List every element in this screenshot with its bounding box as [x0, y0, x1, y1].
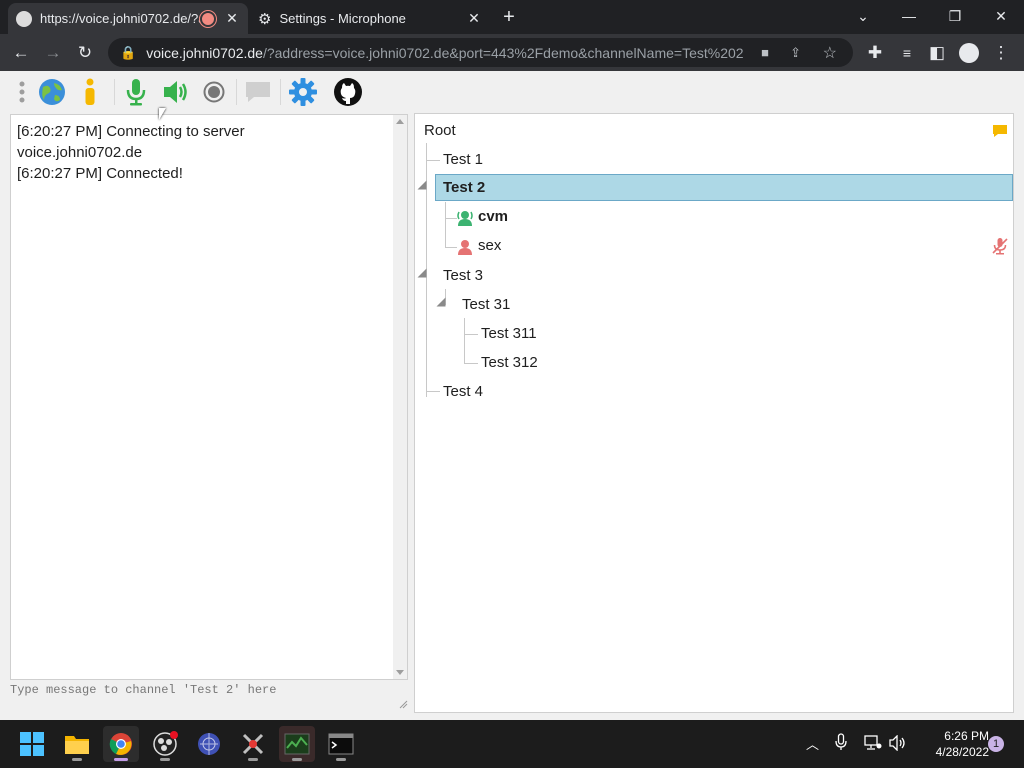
menu-kebab-icon[interactable]: ⋮ [988, 40, 1014, 66]
chat-message: [6:20:27 PM] Connected! [17, 165, 183, 182]
profile-avatar-icon[interactable] [956, 40, 982, 66]
app-globe-icon[interactable] [191, 726, 227, 762]
drag-handle-icon[interactable] [8, 76, 36, 108]
browser-tab-strip: https://voice.johni0702.de/?a ✕ ⚙ Settin… [0, 0, 1024, 34]
speaker-icon[interactable] [160, 76, 192, 108]
close-tab-icon[interactable]: ✕ [224, 10, 240, 27]
scroll-down-icon[interactable] [396, 670, 404, 675]
muted-microphone-icon [991, 237, 1009, 260]
close-window-icon[interactable]: ✕ [978, 0, 1024, 32]
chat-bubble-icon[interactable] [242, 76, 274, 108]
chat-input[interactable]: Type message to channel 'Test 2' here [10, 683, 408, 707]
network-icon[interactable] [864, 735, 882, 754]
windows-taskbar: ︿ 6:26 PM 4/28/2022 1 [0, 720, 1024, 768]
bookmark-star-icon[interactable]: ☆ [823, 43, 837, 63]
volume-icon[interactable] [889, 734, 907, 754]
mouse-cursor-icon [159, 108, 166, 120]
tab-search-icon[interactable]: ⌄ [840, 0, 886, 32]
minimize-icon[interactable]: — [886, 0, 932, 32]
tab-title: https://voice.johni0702.de/?a [40, 11, 200, 26]
user-icon [456, 238, 474, 261]
forward-icon[interactable]: → [40, 40, 66, 66]
task-manager-icon[interactable] [279, 726, 315, 762]
channel-test-311[interactable]: Test 311 [481, 323, 537, 345]
expand-arrow-icon[interactable] [436, 297, 446, 307]
user-sex[interactable]: sex [478, 235, 501, 257]
info-icon[interactable] [74, 76, 106, 108]
chat-message: voice.johni0702.de [17, 144, 143, 161]
tree-root[interactable]: Root [424, 120, 456, 142]
tree-line [464, 334, 478, 335]
channel-test-1[interactable]: Test 1 [443, 149, 483, 171]
reload-icon[interactable]: ↻ [72, 40, 98, 66]
expand-arrow-icon[interactable] [417, 180, 427, 190]
comment-icon[interactable] [992, 124, 1008, 143]
site-favicon-icon [16, 10, 32, 27]
tree-line [464, 318, 465, 364]
recording-indicator-icon [200, 10, 216, 27]
url-host: voice.johni0702.de [146, 44, 263, 61]
windows-start-icon[interactable] [14, 726, 50, 762]
scroll-up-icon[interactable] [396, 119, 404, 124]
new-tab-button[interactable]: + [497, 5, 521, 29]
tree-line [464, 363, 478, 364]
tab-title: Settings - Microphone [279, 11, 406, 26]
expand-arrow-icon[interactable] [417, 268, 427, 278]
tray-microphone-icon[interactable] [835, 733, 847, 754]
channel-tree[interactable]: Root Test 1 Test 2 cvm sex Test 3 Test 3… [414, 113, 1014, 713]
show-hidden-icons-icon[interactable]: ︿ [806, 734, 819, 753]
clock-time: 6:26 PM [944, 729, 989, 743]
gear-icon: ⚙ [258, 10, 272, 28]
lock-icon: 🔒 [120, 44, 137, 60]
settings-gear-icon[interactable] [287, 76, 319, 108]
extensions-icon[interactable]: ✚ [862, 40, 888, 66]
back-icon[interactable]: ← [8, 40, 34, 66]
media-control-icon[interactable]: ≡ [894, 40, 920, 66]
camera-icon[interactable]: ■ [761, 45, 769, 60]
record-icon[interactable] [198, 76, 230, 108]
close-tab-icon[interactable]: ✕ [466, 10, 482, 27]
connect-globe-icon[interactable] [36, 76, 68, 108]
channel-test-3[interactable]: Test 3 [443, 265, 483, 287]
toolbar-divider [280, 79, 281, 105]
notification-badge[interactable]: 1 [988, 736, 1004, 752]
side-panel-icon[interactable]: ◧ [924, 40, 950, 66]
tree-line [426, 391, 440, 392]
resize-grip-icon[interactable] [399, 696, 408, 709]
selected-channel-highlight [435, 174, 1013, 201]
chrome-icon[interactable] [103, 726, 139, 762]
restore-icon[interactable]: ❐ [932, 0, 978, 32]
browser-toolbar: ← → ↻ 🔒 voice.johni0702.de /?address=voi… [0, 34, 1024, 71]
share-icon[interactable]: ⇪ [790, 45, 801, 61]
obs-icon[interactable] [147, 726, 183, 762]
channel-test-312[interactable]: Test 312 [481, 352, 538, 374]
github-icon[interactable] [332, 76, 364, 108]
tree-line [426, 160, 440, 161]
microphone-icon[interactable] [120, 76, 152, 108]
tab-voice[interactable]: https://voice.johni0702.de/?a ✕ [8, 3, 248, 34]
toolbar-divider [114, 79, 115, 105]
tab-settings[interactable]: ⚙ Settings - Microphone ✕ [250, 3, 490, 34]
user-cvm[interactable]: cvm [478, 206, 508, 228]
talking-user-icon [456, 209, 474, 232]
channel-test-31[interactable]: Test 31 [462, 294, 510, 316]
url-path: /?address=voice.johni0702.de&port=443%2F… [262, 44, 744, 61]
channel-test-4[interactable]: Test 4 [443, 381, 483, 403]
app-toolbar [0, 71, 1024, 113]
toolbar-divider [236, 79, 237, 105]
app-tools-icon[interactable] [235, 726, 271, 762]
clock-date: 4/28/2022 [935, 745, 989, 759]
chat-log[interactable]: [6:20:27 PM] Connecting to server voice.… [10, 114, 408, 680]
tree-line [445, 202, 446, 248]
chat-message: [6:20:27 PM] Connecting to server [17, 123, 245, 140]
chat-scrollbar[interactable] [393, 115, 407, 679]
file-explorer-icon[interactable] [59, 726, 95, 762]
terminal-icon[interactable] [323, 726, 359, 762]
address-bar[interactable]: 🔒 voice.johni0702.de /?address=voice.joh… [108, 38, 853, 67]
channel-test-2[interactable]: Test 2 [443, 177, 485, 199]
clock[interactable]: 6:26 PM 4/28/2022 [919, 728, 989, 760]
